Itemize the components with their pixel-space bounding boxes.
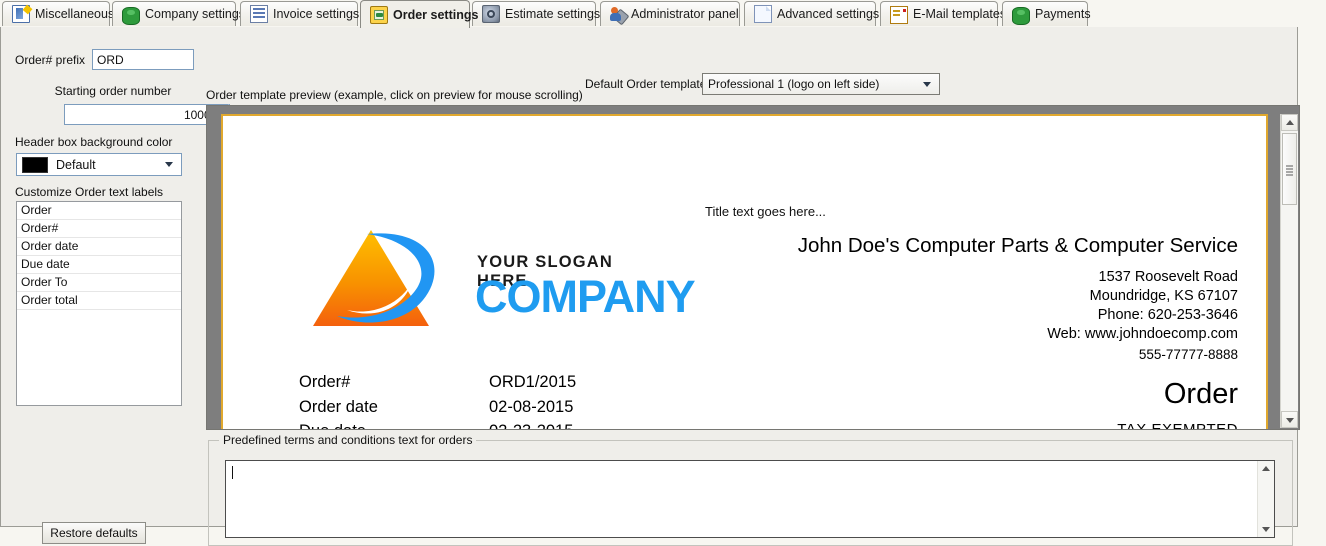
order-fields-block: Order# ORD1/2015 Order date 02-08-2015 D… (299, 370, 576, 429)
money-icon (1012, 6, 1030, 25)
header-color-combo[interactable]: Default (16, 153, 182, 176)
scrollbar-thumb[interactable] (1282, 133, 1297, 205)
money-icon (122, 6, 140, 25)
tab-miscellaneous[interactable]: Miscellaneous (2, 1, 114, 26)
customize-labels-title: Customize Order text labels (15, 185, 164, 199)
tab-label: Advanced settings (777, 7, 880, 21)
tax-note: TAX EXEMPTED (1117, 421, 1238, 429)
tab-email-templates[interactable]: E-Mail templates (880, 1, 1006, 26)
settings-tabstrip: Miscellaneous Company settings Invoice s… (0, 0, 1326, 28)
terms-vertical-scrollbar[interactable] (1257, 461, 1274, 537)
order-text-labels-list[interactable]: Order Order# Order date Due date Order T… (16, 201, 182, 406)
default-template-combo[interactable]: Professional 1 (logo on left side) (702, 73, 940, 95)
settings-client-panel: Order# prefix Starting order number Head… (0, 27, 1300, 546)
tab-administrator-panel[interactable]: Administrator panel (600, 1, 740, 26)
header-color-value: Default (56, 157, 96, 172)
tab-label: Payments (1035, 7, 1091, 21)
document-type-heading: Order (1163, 378, 1238, 410)
starting-number-label: Starting order number (54, 84, 172, 98)
list-item[interactable]: Due date (17, 256, 181, 274)
tab-invoice-settings[interactable]: Invoice settings (240, 1, 360, 26)
list-item[interactable]: Order# (17, 220, 181, 238)
field-key: Due date (299, 419, 489, 429)
field-key: Order# (299, 373, 351, 391)
field-row: Due date 02-23-2015 (299, 419, 576, 429)
page-icon (754, 5, 772, 23)
scroll-up-button[interactable] (1258, 461, 1274, 477)
logo-company-word: COMPANY (475, 271, 696, 322)
default-template-value: Professional 1 (logo on left side) (708, 77, 880, 91)
chevron-down-icon (923, 81, 931, 87)
company-web: Web: www.johndoecomp.com (1047, 326, 1238, 342)
preview-caption: Order template preview (example, click o… (206, 88, 583, 102)
header-color-label: Header box background color (15, 135, 173, 149)
text-cursor (232, 466, 233, 479)
field-row: Order# ORD1/2015 (299, 370, 576, 395)
document-address-block: 1537 Roosevelt Road Moundridge, KS 67107… (1047, 268, 1238, 344)
email-icon (890, 6, 908, 24)
list-item[interactable]: Order (17, 202, 181, 220)
field-value: 02-08-2015 (489, 397, 574, 416)
tab-order-settings[interactable]: Order settings (360, 0, 478, 28)
chevron-down-icon (165, 162, 173, 167)
field-value: ORD1/2015 (489, 373, 577, 391)
tab-label: E-Mail templates (913, 7, 1007, 21)
estimate-icon (482, 5, 500, 23)
document-icon (250, 5, 268, 23)
tab-label: Administrator panel (631, 7, 739, 21)
terms-groupbox-title: Predefined terms and conditions text for… (219, 433, 477, 447)
restore-defaults-button[interactable]: Restore defaults (42, 522, 146, 544)
order-prefix-label: Order# prefix (15, 52, 86, 67)
tab-estimate-settings[interactable]: Estimate settings (472, 1, 600, 26)
list-item[interactable]: Order To (17, 274, 181, 292)
tab-payments[interactable]: Payments (1002, 1, 1091, 26)
scroll-up-button[interactable] (1281, 114, 1298, 131)
tab-company-settings[interactable]: Company settings (112, 1, 245, 26)
list-item[interactable]: Order date (17, 238, 181, 256)
tab-label: Invoice settings (273, 7, 360, 21)
field-key: Order date (299, 397, 378, 416)
address-line-1: 1537 Roosevelt Road (1098, 269, 1238, 285)
tab-label: Miscellaneous (35, 7, 115, 21)
order-prefix-input[interactable] (92, 49, 195, 70)
order-clipboard-icon (370, 5, 388, 24)
scroll-down-button[interactable] (1281, 411, 1298, 428)
order-template-preview[interactable]: YOUR SLOGAN HERE COMPANY Title text goes… (206, 105, 1300, 430)
preview-vertical-scrollbar[interactable] (1280, 114, 1298, 428)
tab-advanced-settings[interactable]: Advanced settings (744, 1, 880, 26)
misc-icon (12, 5, 30, 23)
tab-label: Estimate settings (505, 7, 601, 21)
field-value: 02-23-2015 (489, 419, 576, 429)
document-title-text: Title text goes here... (705, 204, 826, 219)
tab-label: Company settings (145, 7, 246, 21)
address-line-2: Moundridge, KS 67107 (1089, 288, 1238, 304)
document-company-name: John Doe's Computer Parts & Computer Ser… (797, 234, 1238, 257)
starting-number-stepper[interactable] (64, 104, 232, 125)
order-settings-window: Miscellaneous Company settings Invoice s… (0, 0, 1326, 546)
color-swatch (22, 156, 48, 173)
scroll-down-button[interactable] (1258, 521, 1274, 537)
order-prefix-row: Order# prefix (15, 49, 195, 70)
terms-textarea[interactable] (225, 460, 1275, 538)
secondary-phone: 555-77777-8888 (1138, 347, 1238, 362)
default-template-label: Default Order template (585, 77, 707, 91)
preview-page-frame: YOUR SLOGAN HERE COMPANY Title text goes… (221, 114, 1268, 429)
administrator-icon (610, 6, 630, 26)
tab-label: Order settings (393, 7, 479, 22)
starting-number-input[interactable] (64, 104, 228, 125)
list-item[interactable]: Order total (17, 292, 181, 310)
field-row: Order date 02-08-2015 (299, 395, 576, 420)
company-phone: Phone: 620-253-3646 (1097, 307, 1238, 323)
preview-paper: YOUR SLOGAN HERE COMPANY Title text goes… (223, 116, 1266, 429)
